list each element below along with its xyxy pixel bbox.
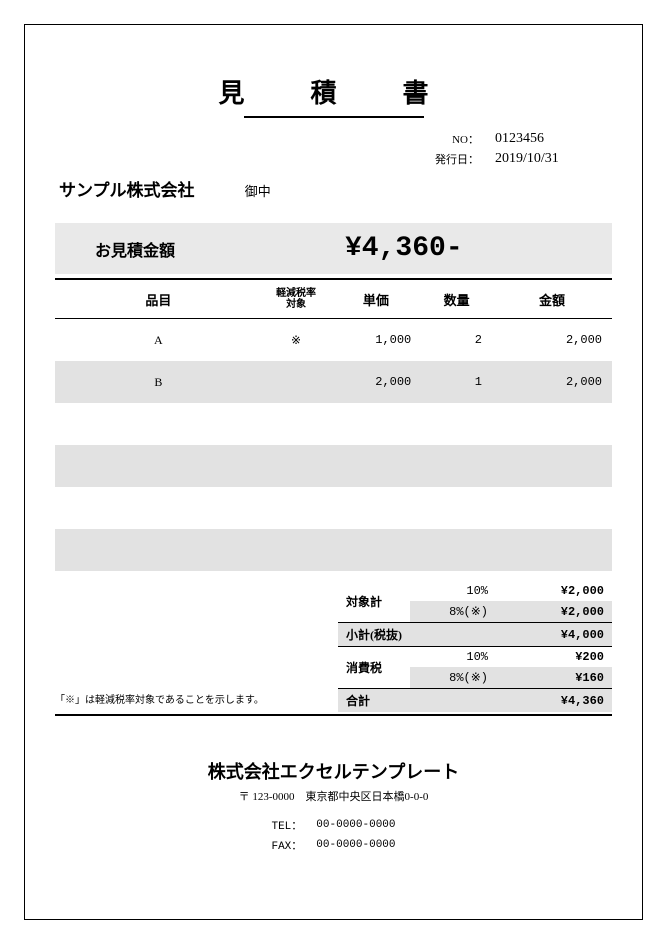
ex-subtotal-amount: ¥4,000: [496, 623, 612, 647]
client-line: サンプル株式会社 御中: [59, 176, 612, 201]
table-row: [55, 529, 612, 571]
table-row: [55, 487, 612, 529]
table-cell: [330, 529, 421, 571]
subtotal-8-rate: 8%(※): [410, 601, 496, 623]
company-fax-label: FAX：: [265, 836, 308, 854]
table-cell: A: [55, 319, 262, 362]
table-cell: [421, 529, 492, 571]
summary-bottom-rule: [55, 714, 612, 718]
table-row: [55, 445, 612, 487]
subtotal-8-amount: ¥2,000: [496, 601, 612, 623]
table-cell: [262, 445, 331, 487]
col-amount: 金額: [492, 279, 612, 319]
table-cell: [55, 529, 262, 571]
company-address: 〒 123-0000 東京都中央区日本橋0-0-0: [55, 788, 612, 804]
table-cell: [55, 403, 262, 445]
table-row: B 2,00012,000: [55, 361, 612, 403]
company-tel-label: TEL：: [265, 816, 308, 834]
table-cell: [421, 403, 492, 445]
quote-total-value: ¥4,360-: [345, 233, 463, 264]
client-suffix: 御中: [245, 184, 271, 199]
table-cell: [492, 403, 612, 445]
document-meta: NO： 0123456 発行日： 2019/10/31: [55, 128, 612, 170]
items-table: 品目 軽減税率対象 単価 数量 金額 A※1,00022,000B2,00012…: [55, 278, 612, 571]
table-cell: [55, 445, 262, 487]
total-label: 合計: [338, 689, 410, 713]
table-cell: [492, 529, 612, 571]
issue-date-label: 発行日：: [399, 150, 483, 168]
quotation-page: 見 積 書 NO： 0123456 発行日： 2019/10/31 サンプル株式…: [24, 24, 643, 920]
subtotal-10-rate: 10%: [410, 581, 496, 601]
document-title: 見 積 書: [55, 73, 612, 110]
table-cell: [262, 403, 331, 445]
col-item: 品目: [55, 279, 262, 319]
tax-8-amount: ¥160: [496, 667, 612, 689]
table-cell: [55, 487, 262, 529]
table-cell: ※: [262, 319, 331, 362]
table-cell: 1: [421, 361, 492, 403]
table-row: [55, 403, 612, 445]
table-cell: [262, 361, 331, 403]
reduced-rate-note: 「※」は軽減税率対象であることを示します。: [55, 691, 338, 712]
tax-8-rate: 8%(※): [410, 667, 496, 689]
table-cell: B: [55, 361, 262, 403]
total-amount: ¥4,360: [496, 689, 612, 713]
table-cell: 1,000: [330, 319, 421, 362]
table-cell: 2,000: [492, 361, 612, 403]
col-unitprice: 単価: [330, 279, 421, 319]
company-fax: 00-0000-0000: [310, 836, 401, 854]
table-row: A※1,00022,000: [55, 319, 612, 362]
quote-total-row: お見積金額 ¥4,360-: [55, 223, 612, 274]
table-cell: 2: [421, 319, 492, 362]
col-reduced: 軽減税率対象: [262, 279, 331, 319]
client-name: サンプル株式会社: [59, 181, 195, 200]
title-rule: [244, 116, 424, 118]
table-cell: [421, 487, 492, 529]
table-cell: 2,000: [330, 361, 421, 403]
no-label: NO：: [399, 130, 483, 148]
table-cell: [330, 487, 421, 529]
table-cell: [262, 487, 331, 529]
subtotal-label: 対象計: [338, 581, 410, 623]
subtotal-10-amount: ¥2,000: [496, 581, 612, 601]
tax-10-rate: 10%: [410, 647, 496, 668]
company-name: 株式会社エクセルテンプレート: [55, 758, 612, 784]
summary-table: 対象計 10% ¥2,000 8%(※) ¥2,000 小計(税抜) ¥4,00…: [338, 581, 612, 712]
company-block: 株式会社エクセルテンプレート 〒 123-0000 東京都中央区日本橋0-0-0…: [55, 758, 612, 856]
company-tel: 00-0000-0000: [310, 816, 401, 834]
tax-label: 消費税: [338, 647, 410, 689]
table-cell: [421, 445, 492, 487]
no-value: 0123456: [485, 130, 610, 148]
ex-subtotal-label: 小計(税抜): [338, 623, 410, 647]
issue-date-value: 2019/10/31: [485, 150, 610, 168]
tax-10-amount: ¥200: [496, 647, 612, 668]
col-qty: 数量: [421, 279, 492, 319]
table-cell: [330, 403, 421, 445]
table-cell: [262, 529, 331, 571]
table-cell: [492, 487, 612, 529]
table-cell: 2,000: [492, 319, 612, 362]
table-cell: [330, 445, 421, 487]
quote-total-label: お見積金額: [95, 237, 335, 261]
table-cell: [492, 445, 612, 487]
